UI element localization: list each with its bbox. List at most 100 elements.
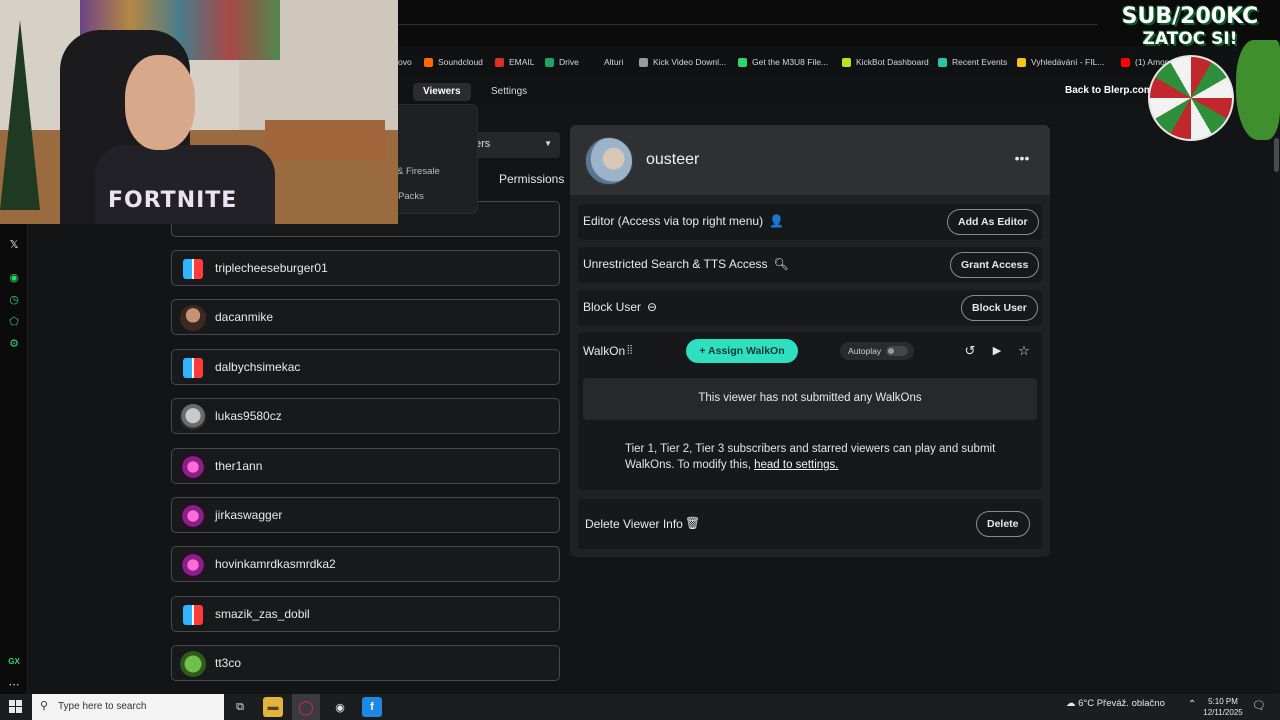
avatar: [180, 601, 206, 628]
opera-gx-icon: ◯: [298, 698, 314, 715]
tab-settings[interactable]: Settings: [481, 83, 537, 101]
f-app-icon[interactable]: f: [362, 697, 382, 717]
bookmark-favicon-icon: [1121, 57, 1130, 67]
block-row: Block User ⊖ Block User: [578, 290, 1042, 326]
windows-start-icon[interactable]: [9, 700, 23, 714]
clock-date: 12/11/2025: [1203, 708, 1243, 717]
history-icon[interactable]: ↺: [962, 343, 978, 359]
add-editor-button[interactable]: Add As Editor: [947, 209, 1039, 235]
viewer-name: tt3co: [215, 656, 242, 671]
list-item[interactable]: hovinkamrdkasmrdka2: [171, 546, 560, 583]
assign-walkon-button[interactable]: + Assign WalkOn: [686, 339, 798, 363]
bookmark-favicon-icon: [738, 57, 747, 67]
webcam-overlay: FORTNITE: [0, 0, 398, 224]
notification-icon[interactable]: 🗨︎: [1252, 699, 1266, 712]
bookmark-item[interactable]: EMAIL: [495, 55, 535, 69]
bookmark-item[interactable]: Kick Video Downl...: [639, 55, 726, 69]
opera-gx-taskbar-button[interactable]: ◯: [292, 694, 320, 720]
list-item[interactable]: jirkaswagger: [171, 497, 560, 533]
list-item[interactable]: smazik_zas_dobil: [171, 595, 560, 632]
menu-item-packs[interactable]: Packs: [398, 191, 424, 202]
bookmark-item[interactable]: Alturi: [604, 55, 623, 69]
viewer-name: ther1ann: [215, 458, 263, 473]
block-label: Block User: [583, 300, 642, 314]
search-access-row: Unrestricted Search & TTS Access 🔍︎ Grant…: [578, 247, 1042, 283]
editor-label: Editor (Access via top right menu): [583, 214, 764, 228]
list-item[interactable]: dacanmike: [171, 299, 560, 336]
taskbar-search-placeholder: Type here to search: [58, 701, 147, 712]
list-item[interactable]: dalbychsimekac: [171, 348, 560, 385]
tab-permissions[interactable]: Permissions: [499, 172, 564, 186]
play-circle-icon[interactable]: ◉: [6, 269, 22, 285]
avatar: [180, 651, 206, 678]
delete-label: Delete Viewer Info: [585, 517, 683, 531]
system-clock[interactable]: 5:10 PM 12/11/2025: [1200, 696, 1246, 718]
walkon-label: WalkOn: [583, 344, 626, 358]
taskbar-search-input[interactable]: ⚲ Type here to search: [32, 694, 224, 720]
empty-walkons-text: This viewer has not submitted any WalkOn…: [698, 392, 922, 404]
bookmark-item[interactable]: Get the M3U8 File...: [738, 55, 828, 69]
grant-access-button[interactable]: Grant Access: [950, 252, 1040, 278]
viewer-name: hovinkamrdkasmrdka2: [215, 557, 336, 572]
clock-icon[interactable]: ◷: [6, 291, 22, 307]
bookmark-label: Alturi: [604, 57, 624, 67]
file-explorer-icon[interactable]: ▬: [263, 697, 283, 717]
obs-icon[interactable]: ◉: [330, 697, 350, 717]
gx-logo-icon[interactable]: GX: [6, 653, 22, 669]
bookmark-item[interactable]: Recent Events: [938, 55, 1007, 69]
search-access-label: Unrestricted Search & TTS Access: [583, 257, 768, 271]
avatar: [180, 552, 206, 579]
list-item[interactable]: tt3co: [171, 645, 560, 682]
settings-link[interactable]: head to settings.: [754, 459, 838, 471]
list-item[interactable]: lukas9580cz: [171, 398, 560, 435]
bookmark-item[interactable]: Soundcloud: [424, 55, 483, 69]
bookmark-label: Get the M3U8 File...: [752, 57, 829, 67]
list-item[interactable]: ther1ann: [171, 447, 560, 484]
list-item[interactable]: triplecheeseburger01: [171, 250, 560, 286]
spin-wheel-image: [1148, 55, 1234, 141]
bookmark-item[interactable]: ovo: [398, 55, 412, 69]
avatar: [180, 453, 206, 480]
cloud-icon: ☁: [1066, 698, 1079, 709]
weather-widget[interactable]: ☁ 6°C Převáž. oblačno: [1066, 698, 1165, 709]
avatar: [180, 503, 206, 529]
viewer-name: dacanmike: [215, 310, 274, 325]
autoplay-switch[interactable]: [886, 346, 908, 356]
block-user-button[interactable]: Block User: [961, 295, 1038, 321]
autoplay-toggle[interactable]: Autoplay: [840, 342, 914, 360]
scrollbar-thumb[interactable]: [1274, 138, 1279, 172]
avatar: [180, 354, 206, 381]
user-key-icon: 👤: [769, 214, 785, 228]
bookmark-label: Recent Events: [952, 57, 1008, 67]
profile-header: [570, 125, 1050, 195]
autoplay-label: Autoplay: [848, 346, 882, 356]
tier-info-text: Tier 1, Tier 2, Tier 3 subscribers and s…: [625, 441, 1015, 473]
menu-item-firesale[interactable]: & Firesale: [397, 166, 440, 177]
bookmark-item[interactable]: Drive: [545, 55, 579, 69]
bookmark-item[interactable]: Vyhledávání - FIL...: [1017, 55, 1104, 69]
x-twitter-icon[interactable]: 𝕏: [6, 236, 22, 252]
more-options-icon[interactable]: •••: [1013, 151, 1031, 168]
bookmark-favicon-icon: [495, 57, 504, 67]
bookmark-item[interactable]: KickBot Dashboard: [842, 55, 929, 69]
bookmark-label: ovo: [398, 57, 412, 67]
star-icon[interactable]: ☆: [1016, 343, 1032, 359]
tab-viewers[interactable]: Viewers: [413, 83, 471, 101]
more-horizontal-icon[interactable]: ⋯: [6, 676, 22, 692]
weather-text: 6°C Převáž. oblačno: [1078, 698, 1165, 709]
task-view-icon[interactable]: ⧉: [230, 697, 250, 717]
profile-username: ousteer: [646, 151, 700, 168]
chevron-up-icon[interactable]: ⌃: [1188, 699, 1196, 710]
footsteps-icon: ⦙⦙: [627, 343, 633, 357]
page-scrollbar[interactable]: [1273, 108, 1280, 694]
viewer-name: dalbychsimekac: [215, 359, 301, 374]
play-icon[interactable]: ▶: [989, 343, 1005, 359]
delete-button[interactable]: Delete: [976, 511, 1030, 537]
back-to-blerp-link[interactable]: Back to Blerp.com: [1065, 85, 1153, 96]
plus-icon: +: [699, 345, 709, 357]
search-icon: ⚲: [40, 700, 49, 712]
bookmark-label: Kick Video Downl...: [653, 57, 727, 67]
puzzle-icon[interactable]: ⬠: [6, 313, 22, 329]
gear-icon[interactable]: ⚙: [6, 335, 22, 351]
bookmark-favicon-icon: [1017, 57, 1026, 67]
